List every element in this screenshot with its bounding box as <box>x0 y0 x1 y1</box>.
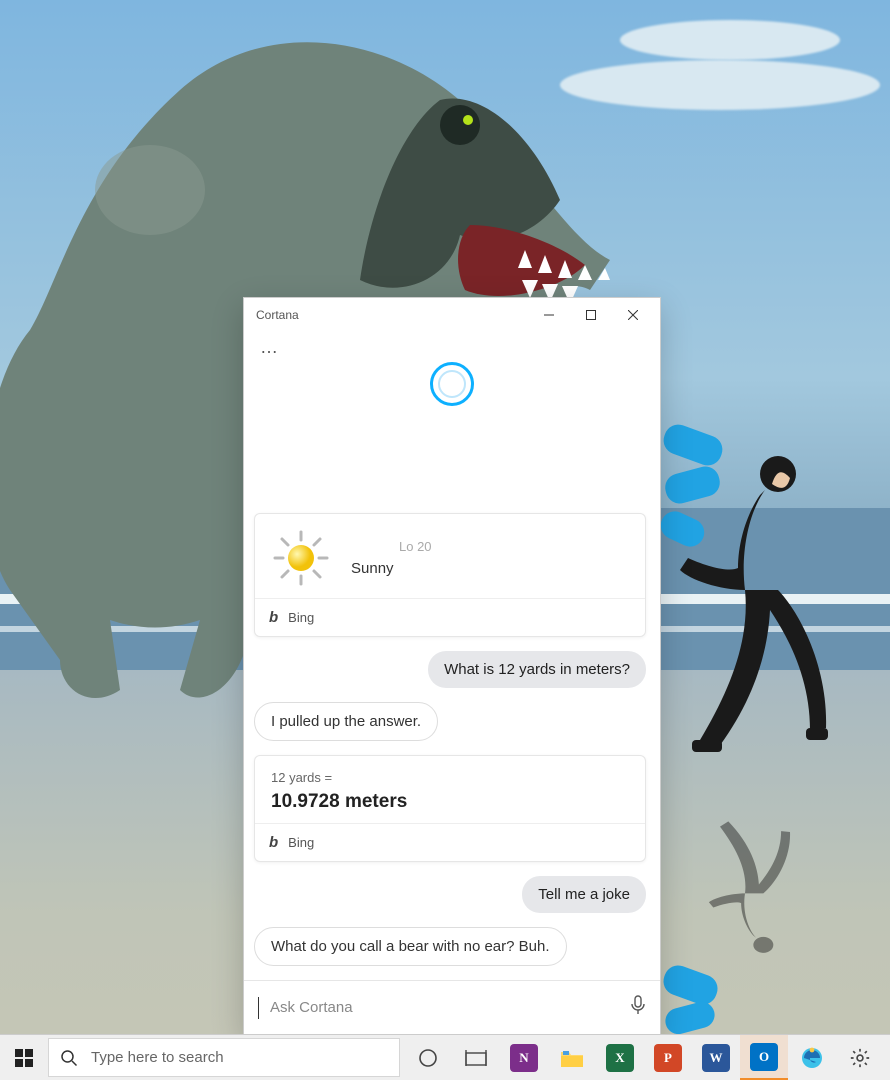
conversion-result: 10.9728 meters <box>271 791 629 813</box>
wallpaper-runner <box>660 440 830 800</box>
close-button[interactable] <box>612 300 654 330</box>
text-cursor <box>258 997 259 1019</box>
taskbar-search[interactable] <box>48 1038 400 1077</box>
minimize-button[interactable] <box>528 300 570 330</box>
weather-card[interactable]: Lo 20 Sunny b Bing <box>254 513 646 637</box>
cortana-ring-icon <box>430 362 474 406</box>
conversion-source: Bing <box>288 835 314 850</box>
taskbar-search-input[interactable] <box>89 1048 399 1067</box>
maximize-button[interactable] <box>570 300 612 330</box>
sun-icon <box>271 528 331 588</box>
conversation-scroll[interactable]: Lo 20 Sunny b Bing What is 12 yards in m… <box>244 406 660 980</box>
taskbar-taskview-icon[interactable] <box>452 1035 500 1080</box>
taskbar-edge-icon[interactable] <box>788 1035 836 1080</box>
taskbar-onenote-icon[interactable]: N <box>500 1035 548 1080</box>
wallpaper-runner-reflection <box>660 800 830 960</box>
taskbar-excel-icon[interactable]: X <box>596 1035 644 1080</box>
taskbar-outlook-icon[interactable]: O <box>740 1035 788 1080</box>
user-message[interactable]: Tell me a joke <box>522 876 646 913</box>
search-icon <box>49 1049 89 1067</box>
bing-icon: b <box>269 834 278 851</box>
taskbar: N X P W O <box>0 1034 890 1080</box>
cortana-message: I pulled up the answer. <box>254 702 438 741</box>
weather-condition: Sunny <box>351 560 432 577</box>
conversion-from: 12 yards = <box>271 770 629 785</box>
window-title: Cortana <box>256 308 528 322</box>
titlebar[interactable]: Cortana <box>244 298 660 332</box>
weather-lo: Lo 20 <box>399 539 432 554</box>
weather-source: Bing <box>288 610 314 625</box>
taskbar-explorer-icon[interactable] <box>548 1035 596 1080</box>
taskbar-cortana-icon[interactable] <box>404 1035 452 1080</box>
conversion-card[interactable]: 12 yards = 10.9728 meters b Bing <box>254 755 646 862</box>
taskbar-settings-icon[interactable] <box>836 1035 884 1080</box>
microphone-button[interactable] <box>630 995 646 1020</box>
taskbar-powerpoint-icon[interactable]: P <box>644 1035 692 1080</box>
input-bar <box>244 980 660 1034</box>
cortana-window: Cortana … <box>243 297 661 1035</box>
cortana-message: What do you call a bear with no ear? Buh… <box>254 927 567 966</box>
bing-icon: b <box>269 609 278 626</box>
start-button[interactable] <box>0 1035 48 1080</box>
taskbar-word-icon[interactable]: W <box>692 1035 740 1080</box>
user-message[interactable]: What is 12 yards in meters? <box>428 651 646 688</box>
ask-cortana-input[interactable] <box>268 998 620 1017</box>
more-menu-button[interactable]: … <box>244 332 660 356</box>
